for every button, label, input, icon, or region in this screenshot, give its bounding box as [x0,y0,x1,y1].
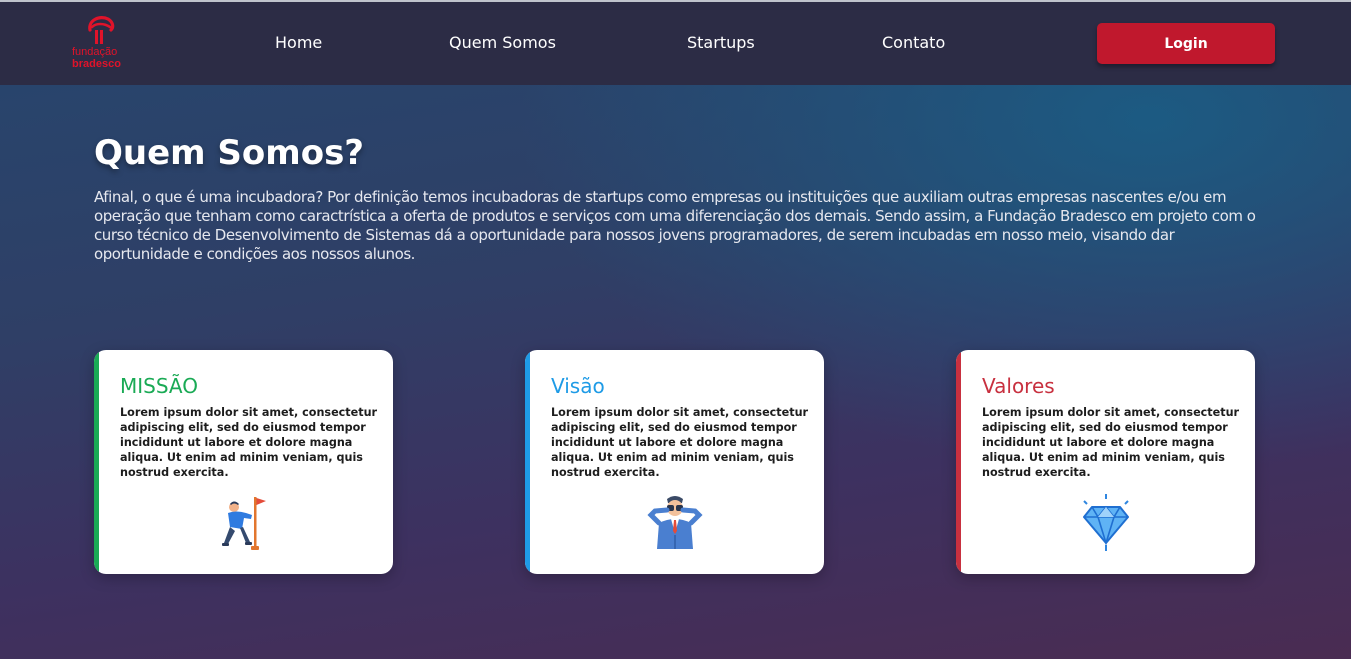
card-title: Valores [982,374,1055,398]
card-valores: Valores Lorem ipsum dolor sit amet, cons… [956,350,1255,574]
login-button[interactable]: Login [1097,23,1275,64]
brand-logo[interactable]: fundação bradesco [72,14,134,74]
card-accent-bar [956,350,961,574]
navbar: fundação bradesco Home Quem Somos Startu… [0,2,1351,85]
page-title: Quem Somos? [94,133,365,173]
brand-line2: bradesco [72,58,121,70]
nav-home[interactable]: Home [275,33,322,52]
card-text: Lorem ipsum dolor sit amet, consectetur … [120,406,378,479]
brand-line1: fundação [72,46,118,58]
diamond-icon [1083,494,1129,551]
card-accent-bar [525,350,530,574]
card-title: Visão [551,374,605,398]
card-text: Lorem ipsum dolor sit amet, consectetur … [982,406,1240,479]
intro-paragraph: Afinal, o que é uma incubadora? Por defi… [94,188,1256,263]
card-text: Lorem ipsum dolor sit amet, consectetur … [551,406,809,479]
person-with-flag-icon [222,497,266,550]
card-visao: Visão Lorem ipsum dolor sit amet, consec… [525,350,824,574]
man-with-binoculars-icon [647,496,703,549]
bradesco-tree-icon [88,16,115,44]
card-missao: MISSÃO Lorem ipsum dolor sit amet, conse… [94,350,393,574]
nav-startups[interactable]: Startups [687,33,755,52]
card-title: MISSÃO [120,374,198,398]
card-accent-bar [94,350,99,574]
nav-quem-somos[interactable]: Quem Somos [449,33,556,52]
nav-contato[interactable]: Contato [882,33,945,52]
